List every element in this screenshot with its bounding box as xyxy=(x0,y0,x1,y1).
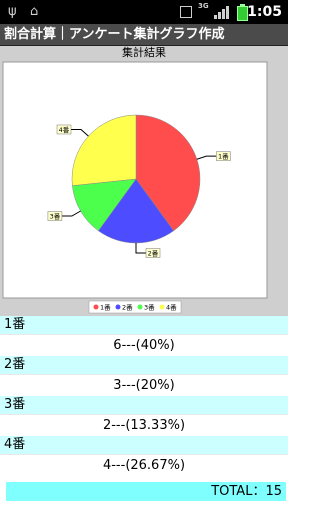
slice-label: 1番 xyxy=(218,153,229,161)
result-label: 3番 xyxy=(0,396,288,415)
legend-label: 2番 xyxy=(122,304,133,312)
result-value: 6---(40%) xyxy=(0,335,288,356)
legend-swatch xyxy=(159,304,165,310)
app-title: 割合計算｜アンケート集計グラフ作成 xyxy=(0,24,288,46)
legend-label: 4番 xyxy=(166,304,177,312)
network-type: 3G xyxy=(198,2,209,10)
total-label: TOTAL：15 xyxy=(6,482,286,501)
result-value: 2---(13.33%) xyxy=(0,415,288,436)
slice-label: 4番 xyxy=(59,126,70,134)
legend-swatch xyxy=(93,304,99,310)
usb-icon: ψ xyxy=(8,4,17,19)
result-value: 3---(20%) xyxy=(0,375,288,396)
clock: 1:05 xyxy=(247,4,282,20)
results-list: 1番 6---(40%) 2番 3---(20%) 3番 2---(13.33%) 4番 4-… xyxy=(0,316,288,476)
result-label: 4番 xyxy=(0,436,288,455)
legend-swatch xyxy=(115,304,121,310)
legend-label: 1番 xyxy=(100,304,111,312)
chart-panel: 集計結果 1番 2番 3番 4番 1番 2番 3番 4番 xyxy=(0,46,288,316)
result-label: 1番 xyxy=(0,316,288,335)
legend-swatch xyxy=(137,304,143,310)
pie-chart: 1番 2番 3番 4番 1番 2番 3番 4番 xyxy=(2,61,268,314)
android-debug-icon: ⌂ xyxy=(30,4,39,19)
status-bar: ψ ⌂ 3G 1:05 xyxy=(0,0,288,24)
result-value: 4---(26.67%) xyxy=(0,455,288,476)
legend-label: 3番 xyxy=(144,304,155,312)
chart-title: 集計結果 xyxy=(122,46,166,59)
slice-label: 3番 xyxy=(50,213,61,221)
signal-icon xyxy=(214,5,230,19)
slice-label: 2番 xyxy=(148,250,159,258)
mute-icon xyxy=(180,6,192,18)
result-label: 2番 xyxy=(0,356,288,375)
